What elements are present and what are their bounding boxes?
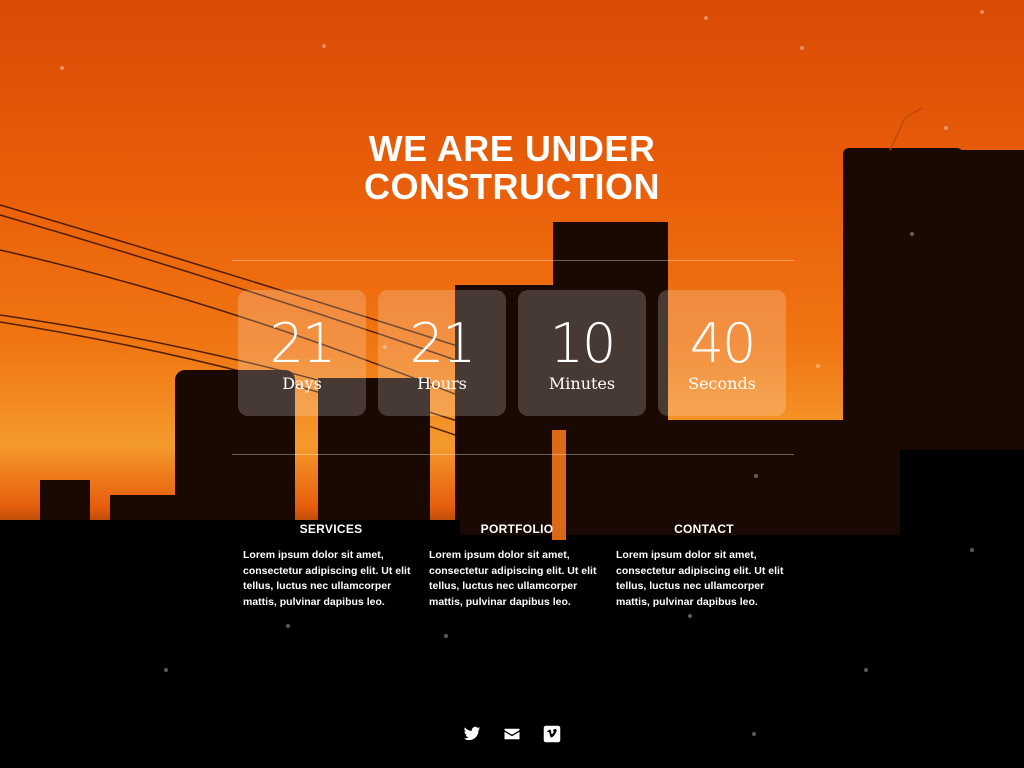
section-title: PORTFOLIO bbox=[480, 522, 554, 536]
countdown-value: 21 bbox=[269, 312, 337, 375]
section-contact: CONTACT Lorem ipsum dolor sit amet, cons… bbox=[616, 522, 792, 610]
section-text: Lorem ipsum dolor sit amet, consectetur … bbox=[429, 549, 597, 608]
section-text: Lorem ipsum dolor sit amet, consectetur … bbox=[616, 549, 784, 608]
background-skyline bbox=[0, 0, 1024, 768]
countdown-unit: Hours bbox=[417, 374, 467, 393]
envelope-icon[interactable] bbox=[503, 725, 521, 743]
vimeo-icon[interactable] bbox=[543, 725, 561, 743]
headline-line-1: WE ARE UNDER bbox=[368, 128, 656, 169]
section-title: CONTACT bbox=[674, 522, 734, 536]
twitter-icon[interactable] bbox=[463, 725, 481, 743]
countdown-unit: Minutes bbox=[548, 374, 616, 393]
countdown-value: 21 bbox=[409, 312, 477, 375]
divider-top bbox=[232, 260, 794, 261]
countdown-value: 10 bbox=[549, 312, 617, 375]
divider-bottom bbox=[232, 454, 794, 455]
countdown-minutes: 10 Minutes bbox=[518, 290, 646, 416]
social-links bbox=[0, 725, 1024, 743]
section-services: SERVICES Lorem ipsum dolor sit amet, con… bbox=[243, 522, 419, 610]
countdown-days: 21 Days bbox=[238, 290, 366, 416]
countdown-unit: Seconds bbox=[688, 374, 756, 393]
page-headline: WE ARE UNDER CONSTRUCTION bbox=[0, 130, 1024, 206]
countdown-hours: 21 Hours bbox=[378, 290, 506, 416]
countdown-value: 40 bbox=[689, 312, 757, 375]
skyline-silhouette bbox=[0, 107, 1024, 768]
headline-line-2: CONSTRUCTION bbox=[364, 166, 660, 207]
section-text: Lorem ipsum dolor sit amet, consectetur … bbox=[243, 549, 411, 608]
countdown-seconds: 40 Seconds bbox=[658, 290, 786, 416]
countdown-unit: Days bbox=[282, 374, 322, 393]
section-portfolio: PORTFOLIO Lorem ipsum dolor sit amet, co… bbox=[429, 522, 605, 610]
section-title: SERVICES bbox=[299, 522, 363, 536]
